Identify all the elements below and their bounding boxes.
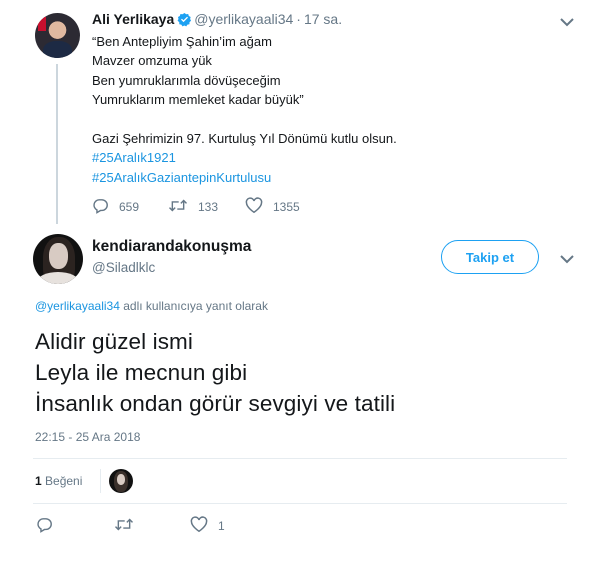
retweet-icon <box>168 197 198 217</box>
poem-line: Mavzer omzuma yük <box>92 53 212 69</box>
parent-tweet-message: Gazi Şehrimizin 97. Kurtuluş Yıl Dönümü … <box>92 131 397 147</box>
reply-mention-link[interactable]: @yerlikayaali34 <box>35 299 120 313</box>
likes-summary[interactable]: 1 Beğeni <box>35 474 82 488</box>
parent-author-avatar[interactable] <box>35 13 80 58</box>
divider <box>33 458 567 459</box>
parent-retweet-count: 133 <box>198 200 219 214</box>
parent-retweet-button[interactable]: 133 <box>168 197 218 217</box>
retweet-icon <box>114 516 144 536</box>
hashtag-link[interactable]: #25Aralık1921 <box>92 148 397 167</box>
chevron-down-icon <box>560 251 574 268</box>
parent-author-handle[interactable]: @yerlikayaali34 <box>194 11 293 27</box>
like-icon <box>190 516 218 536</box>
divider <box>100 469 101 493</box>
likes-count: 1 <box>35 474 42 488</box>
retweet-button[interactable] <box>114 516 144 536</box>
author-avatar[interactable] <box>33 234 83 284</box>
liker-avatar[interactable] <box>109 469 133 493</box>
tweet-text: Alidir güzel ismi Leyla ile mecnun gibi … <box>35 326 395 419</box>
parent-tweet-menu-button[interactable] <box>560 14 574 32</box>
reply-suffix: adlı kullanıcıya yanıt olarak <box>119 299 268 313</box>
author-handle[interactable]: @Siladlklc <box>92 260 155 275</box>
parent-author-name[interactable]: Ali Yerlikaya <box>92 11 174 27</box>
parent-reply-button[interactable]: 659 <box>92 197 139 217</box>
tweet-timestamp[interactable]: 22:15 - 25 Ara 2018 <box>35 430 140 444</box>
parent-reply-count: 659 <box>119 200 140 214</box>
author-name[interactable]: kendiarandakonuşma <box>92 238 251 256</box>
like-button[interactable]: 1 <box>190 516 225 536</box>
tweet-text-line: Alidir güzel ismi <box>35 329 193 354</box>
tweet-text-line: İnsanlık ondan görür sevgiyi ve tatili <box>35 391 396 416</box>
poem-line: Yumruklarım memleket kadar büyük” <box>92 91 304 107</box>
tweet-menu-button[interactable] <box>560 251 574 269</box>
hashtag-link[interactable]: #25AralıkGaziantepinKurtulusu <box>92 168 397 187</box>
parent-like-button[interactable]: 1355 <box>245 197 300 217</box>
reply-icon <box>92 197 119 217</box>
likes-label: Beğeni <box>45 474 83 488</box>
parent-like-count: 1355 <box>273 200 300 214</box>
parent-tweet-header: Ali Yerlikaya @yerlikayaali34 · 17 sa. <box>92 10 342 31</box>
chevron-down-icon <box>560 14 574 31</box>
poem-line: Ben yumruklarımla dövüşeceğim <box>92 72 281 88</box>
poem-line: “Ben Antepliyim Şahin’im ağam <box>92 34 272 49</box>
reply-button[interactable] <box>36 516 63 536</box>
parent-tweet-body: “Ben Antepliyim Şahin’im ağam Mavzer omz… <box>92 32 397 187</box>
divider <box>33 503 567 504</box>
verified-badge-icon <box>177 12 192 31</box>
tweet-text-line: Leyla ile mecnun gibi <box>35 360 248 385</box>
separator-dot: · <box>296 11 301 27</box>
replying-to-label: @yerlikayaali34 adlı kullanıcıya yanıt o… <box>35 299 268 313</box>
follow-button[interactable]: Takip et <box>441 240 539 274</box>
parent-tweet[interactable]: Ali Yerlikaya @yerlikayaali34 · 17 sa. “Ben… <box>0 0 600 228</box>
parent-tweet-time[interactable]: 17 sa. <box>304 11 342 27</box>
like-count: 1 <box>218 519 225 533</box>
like-icon <box>245 197 273 217</box>
thread-connector-line <box>56 64 58 224</box>
reply-icon <box>36 516 63 536</box>
